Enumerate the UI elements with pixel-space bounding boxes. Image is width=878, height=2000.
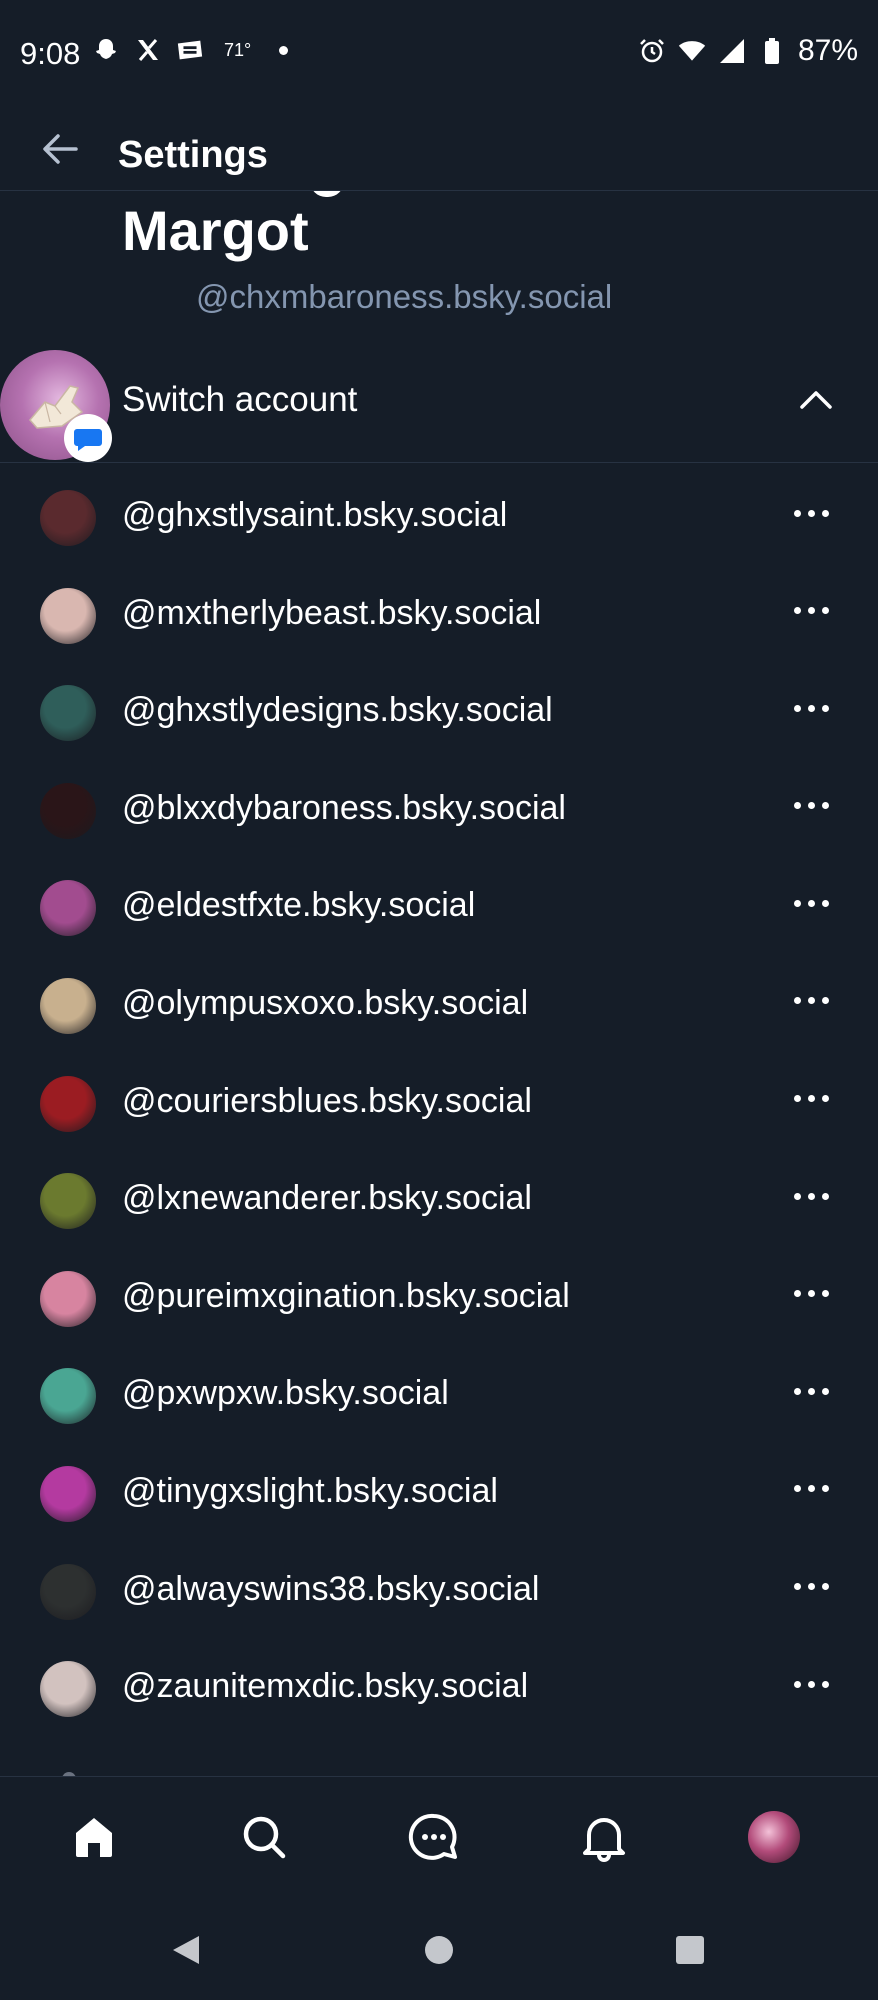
battery-icon	[758, 37, 786, 65]
search-icon	[243, 1816, 286, 1859]
battery-percent: 87%	[797, 34, 858, 67]
status-bar: 9:08 71° 87%	[0, 0, 878, 110]
bell-icon	[583, 1818, 625, 1862]
more-options-icon[interactable]	[794, 1677, 838, 1691]
account-avatar	[40, 1661, 96, 1718]
account-row[interactable]: @lxnewanderer.bsky.social	[0, 1147, 878, 1245]
account-list: @ghxstlysaint.bsky.social @mxtherlybeast.…	[0, 464, 878, 1733]
account-handle: @ghxstlysaint.bsky.social	[122, 496, 508, 534]
more-options-icon[interactable]	[794, 604, 838, 618]
account-avatar	[40, 1563, 96, 1620]
account-avatar	[40, 1075, 96, 1132]
more-options-icon[interactable]	[794, 1092, 838, 1106]
more-options-icon[interactable]	[794, 701, 838, 715]
status-notification-icons: 71°	[92, 36, 289, 64]
profile-avatar	[748, 1811, 800, 1863]
nav-home-button[interactable]	[64, 1807, 124, 1867]
account-row[interactable]: @ghxstlysaint.bsky.social	[0, 464, 878, 562]
profile-display-name: Margot	[122, 199, 309, 262]
nav-chat-button[interactable]	[404, 1807, 464, 1867]
temperature-text: 71°	[224, 39, 252, 60]
home-icon	[76, 1818, 112, 1857]
chevron-up-icon[interactable]	[796, 380, 836, 420]
x-icon	[134, 36, 162, 64]
account-avatar	[40, 880, 96, 937]
account-handle: @tinygxslight.bsky.social	[122, 1471, 498, 1510]
system-recents-button[interactable]	[670, 1930, 710, 1970]
more-notifications-dot	[279, 45, 289, 55]
account-avatar	[40, 490, 96, 546]
account-avatar	[40, 782, 96, 839]
account-row[interactable]: @pureimxgination.bsky.social	[0, 1245, 878, 1343]
arrow-left-icon	[43, 134, 78, 164]
nav-search-button[interactable]	[234, 1807, 294, 1867]
account-avatar	[40, 1368, 96, 1425]
more-options-icon[interactable]	[794, 1482, 838, 1496]
nav-notifications-button[interactable]	[574, 1807, 634, 1867]
account-handle: @mxtherlybeast.bsky.social	[122, 593, 542, 632]
account-row[interactable]: @mxtherlybeast.bsky.social	[0, 562, 878, 660]
more-options-icon[interactable]	[794, 1384, 838, 1398]
account-handle: @lxnewanderer.bsky.social	[122, 1179, 532, 1218]
more-options-icon[interactable]	[794, 896, 838, 910]
chat-icon	[408, 1813, 457, 1860]
snapchat-icon	[92, 36, 120, 64]
profile-handle: @chxmbaroness.bsky.social	[196, 278, 613, 315]
account-avatar	[40, 1173, 96, 1230]
account-handle: @couriersblues.bsky.social	[122, 1081, 532, 1120]
wifi-icon	[678, 37, 706, 65]
signal-icon	[718, 37, 746, 65]
square-recents-icon	[676, 1936, 704, 1964]
account-row[interactable]: @alwayswins38.bsky.social	[0, 1538, 878, 1636]
account-row[interactable]: @tinygxslight.bsky.social	[0, 1440, 878, 1538]
system-navigation	[0, 1902, 878, 2000]
account-row[interactable]: @couriersblues.bsky.social	[0, 1050, 878, 1148]
account-row[interactable]: @zaunitemxdic.bsky.social	[0, 1635, 878, 1733]
back-button[interactable]	[36, 124, 86, 174]
status-system-icons: 87%	[638, 34, 858, 68]
account-row[interactable]: @pxwpxw.bsky.social	[0, 1342, 878, 1440]
circle-home-icon	[425, 1936, 453, 1964]
account-handle: @pxwpxw.bsky.social	[122, 1374, 449, 1413]
account-handle: @zaunitemxdic.bsky.social	[122, 1667, 529, 1706]
account-avatar	[40, 1270, 96, 1327]
nav-profile-button[interactable]	[744, 1807, 804, 1867]
triangle-back-icon	[173, 1936, 199, 1964]
account-avatar	[40, 977, 96, 1034]
account-handle: @pureimxgination.bsky.social	[122, 1276, 570, 1315]
system-home-button[interactable]	[419, 1930, 459, 1970]
switch-account-toggle[interactable]: Switch account	[0, 342, 878, 463]
more-options-icon[interactable]	[794, 506, 838, 520]
account-handle: @olympusxoxo.bsky.social	[122, 983, 529, 1022]
more-options-icon[interactable]	[794, 994, 838, 1008]
account-row[interactable]: @blxxdybaroness.bsky.social	[0, 757, 878, 855]
account-handle: @alwayswins38.bsky.social	[122, 1569, 540, 1608]
switch-account-label: Switch account	[122, 380, 358, 419]
more-options-icon[interactable]	[794, 799, 838, 813]
page-title: Settings	[118, 134, 268, 176]
status-time: 9:08	[20, 36, 81, 71]
account-row[interactable]: @eldestfxte.bsky.social	[0, 854, 878, 952]
account-handle: @ghxstlydesigns.bsky.social	[122, 691, 553, 730]
bottom-navigation	[0, 1776, 878, 1903]
more-options-icon[interactable]	[794, 1287, 838, 1301]
chat-bubble-icon	[74, 429, 102, 451]
more-options-icon[interactable]	[794, 1189, 838, 1203]
account-avatar	[40, 587, 96, 644]
account-row[interactable]: @ghxstlydesigns.bsky.social	[0, 659, 878, 757]
system-back-button[interactable]	[166, 1930, 206, 1970]
account-handle: @blxxdybaroness.bsky.social	[122, 788, 566, 827]
webtoon-icon	[176, 36, 204, 64]
account-avatar	[40, 1465, 96, 1522]
account-handle: @eldestfxte.bsky.social	[122, 886, 476, 925]
more-options-icon[interactable]	[794, 1580, 838, 1594]
account-avatar	[40, 685, 96, 742]
message-badge	[64, 414, 112, 462]
account-row[interactable]: @olympusxoxo.bsky.social	[0, 952, 878, 1050]
alarm-icon	[638, 37, 666, 65]
top-app-bar: Settings	[0, 110, 878, 191]
